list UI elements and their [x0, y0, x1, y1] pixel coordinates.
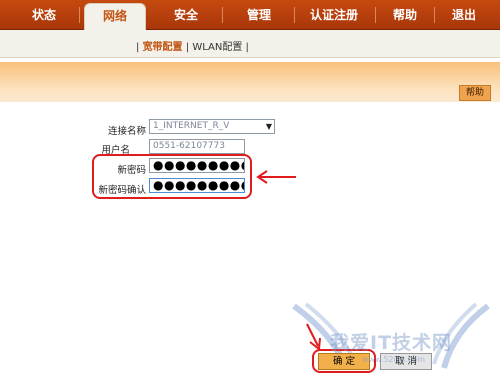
- nav-divider: [294, 7, 295, 23]
- sub-nav-separator: |: [185, 42, 190, 53]
- sub-nav-wlan-config[interactable]: WLAN配置: [192, 42, 242, 53]
- nav-tab-logout[interactable]: 退出: [440, 0, 488, 30]
- sub-nav-broadband-config[interactable]: 宽带配置: [143, 42, 183, 53]
- connection-name-label: 连接名称: [107, 126, 146, 137]
- content-header-band: [0, 62, 500, 102]
- watermark-url: www.52itjs.com: [362, 355, 425, 364]
- sub-nav-separator: |: [245, 42, 249, 53]
- connection-name-select[interactable]: 1_INTERNET_R_V ▼: [149, 119, 275, 134]
- annotation-arrow-icon: [256, 170, 296, 184]
- nav-divider: [79, 7, 80, 23]
- username-value: 0551-62107773: [153, 141, 225, 151]
- connection-name-value: 1_INTERNET_R_V: [153, 121, 230, 131]
- sub-nav-separator: |: [136, 42, 140, 53]
- sub-nav-bar: | 宽带配置 | WLAN配置 |: [0, 30, 500, 58]
- annotation-highlight-box: [92, 154, 252, 199]
- username-field[interactable]: 0551-62107773: [149, 139, 245, 154]
- chevron-down-icon: ▼: [265, 122, 272, 131]
- annotation-arrow-icon: [306, 323, 321, 351]
- router-admin-page: { "nav": { "items": [ {"label": "状态"}, {…: [0, 0, 500, 375]
- nav-tab-auth-register[interactable]: 认证注册: [298, 0, 370, 30]
- nav-tab-network[interactable]: 网络: [84, 3, 146, 30]
- watermark-text: 我爱IT技术网: [330, 332, 453, 354]
- nav-tab-status[interactable]: 状态: [14, 0, 74, 30]
- help-button[interactable]: 帮助: [459, 85, 491, 101]
- sub-nav-links: | 宽带配置 | WLAN配置 |: [136, 38, 249, 53]
- nav-divider: [375, 7, 376, 23]
- nav-tab-management[interactable]: 管理: [228, 0, 290, 30]
- nav-tab-help[interactable]: 帮助: [381, 0, 429, 30]
- top-nav-bar: 状态 网络 安全 管理 认证注册 帮助 退出: [0, 0, 500, 30]
- nav-divider: [434, 7, 435, 23]
- nav-divider: [222, 7, 223, 23]
- nav-tab-security[interactable]: 安全: [155, 0, 217, 30]
